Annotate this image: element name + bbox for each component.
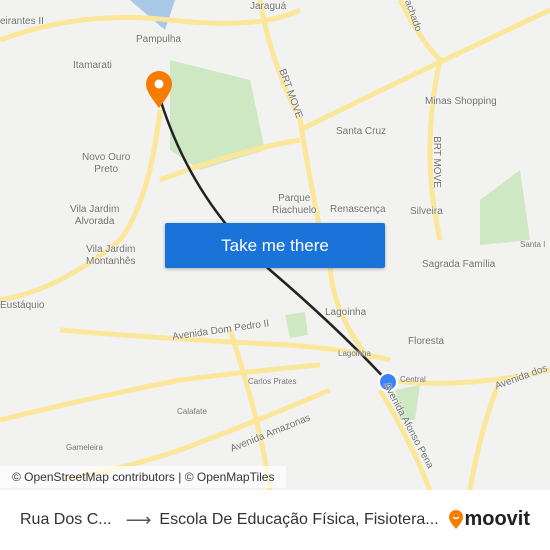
lagoa-pampulha	[130, 0, 175, 30]
map-label: Itamarati	[73, 60, 112, 71]
map-label: Parque Riachuelo	[272, 193, 317, 216]
map-label: eirantes II	[0, 16, 44, 27]
map-label: Renascença	[330, 204, 386, 215]
park-area	[170, 60, 265, 170]
map-label: Minas Shopping	[425, 96, 497, 107]
map-label: Sagrada Família	[422, 259, 496, 270]
map-label: Central	[400, 375, 426, 384]
origin-label: Rua Dos C...	[20, 511, 112, 528]
map-label: Lagoinha	[338, 349, 371, 358]
map-label: Eustáquio	[0, 300, 45, 311]
map-label: Pampulha	[136, 34, 182, 45]
take-me-there-button[interactable]: Take me there	[165, 223, 385, 268]
map-label: Santa I	[520, 240, 546, 249]
destination-label: Escola De Educação Física, Fisiotera...	[159, 511, 439, 528]
map-label: Vila Jardim Montanhês	[86, 244, 136, 267]
moovit-logo: moovit	[448, 508, 530, 531]
map-label: Silveira	[410, 206, 443, 217]
park-area	[480, 170, 530, 245]
map[interactable]: eirantes II Pampulha Jaraguá Itamarati B…	[0, 0, 550, 490]
map-label: Jaraguá	[250, 1, 287, 12]
park-area	[285, 312, 308, 338]
map-label: Lagoinha	[325, 307, 367, 318]
map-label: Novo Ouro Preto	[82, 152, 131, 175]
map-label: Santa Cruz	[336, 126, 387, 137]
arrow-right-icon: ⟶	[125, 509, 152, 530]
map-label: Carlos Prates	[248, 377, 297, 386]
map-label: BRT MOVE	[430, 136, 442, 188]
map-attribution[interactable]: © OpenStreetMap contributors | © OpenMap…	[0, 466, 287, 488]
map-label: Floresta	[408, 336, 445, 347]
destination-pin-icon	[146, 71, 172, 108]
map-label: Gameleira	[66, 443, 103, 452]
map-label: Vila Jardim Alvorada	[70, 204, 120, 227]
map-label: Calafate	[177, 407, 207, 416]
moovit-pin-icon	[449, 509, 464, 529]
